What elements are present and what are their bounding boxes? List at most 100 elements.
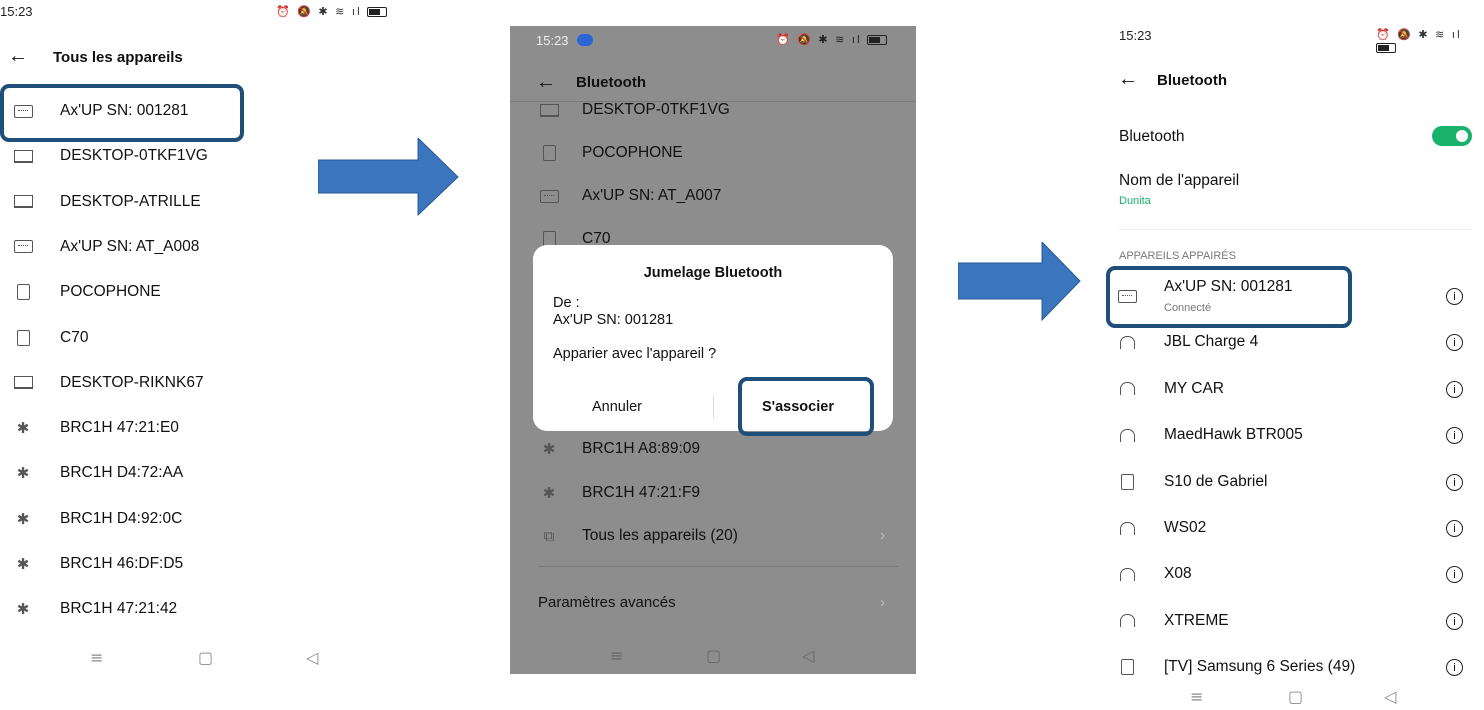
device-label: MaedHawk BTR005	[1164, 426, 1303, 444]
status-time: 15:23	[1119, 28, 1152, 43]
device-row[interactable]: ✱ BRC1H 47:21:F9	[538, 473, 898, 513]
device-row[interactable]: ✱ BRC1H D4:72:AA	[12, 453, 372, 493]
bluetooth-toggle[interactable]	[1432, 126, 1472, 146]
bluetooth-icon: ✱	[16, 419, 30, 438]
laptop-icon	[12, 376, 34, 390]
device-label: BRC1H 47:21:E0	[60, 419, 179, 437]
nav-back-icon[interactable]: ◁	[306, 648, 318, 667]
device-label: DESKTOP-ATRILLE	[60, 192, 201, 210]
device-row[interactable]: JBL Charge 4 i	[1116, 322, 1476, 362]
device-row[interactable]: C70	[12, 318, 372, 358]
device-row[interactable]: XTREME i	[1116, 601, 1476, 641]
tv-icon	[1116, 659, 1138, 676]
device-row[interactable]: Ax'UP SN: AT_A008	[12, 227, 372, 267]
info-icon[interactable]: i	[1446, 288, 1463, 305]
device-label: Ax'UP SN: AT_A008	[60, 237, 200, 255]
device-label: BRC1H A8:89:09	[582, 440, 701, 457]
bluetooth-icon: ✱	[542, 484, 556, 502]
device-label: WS02	[1164, 519, 1207, 536]
highlight-box-1	[0, 84, 244, 142]
bluetooth-icon: ✱	[16, 600, 30, 619]
info-icon[interactable]: i	[1446, 659, 1463, 677]
device-label: POCOPHONE	[582, 144, 683, 161]
screen-bluetooth-pairing: 15:23 ⏰ 🔕 ✱ ≋ ıl ← Bluetooth DESKTOP-0TK…	[510, 26, 916, 674]
status-time: 15:23	[0, 4, 33, 19]
back-arrow-icon[interactable]: ←	[1118, 68, 1138, 91]
device-row[interactable]: ✱ BRC1H 47:21:42	[12, 589, 372, 629]
page-title: Tous les appareils	[53, 49, 183, 66]
button-divider	[713, 395, 714, 419]
device-row[interactable]: Ax'UP SN: AT_A007	[538, 176, 898, 216]
keyboard-icon	[538, 189, 560, 203]
device-label: POCOPHONE	[60, 283, 161, 301]
device-label: C70	[60, 328, 89, 346]
headphones-icon	[1116, 521, 1138, 535]
nav-menu-icon[interactable]: ≡	[610, 646, 623, 665]
status-icons: ⏰ 🔕 ✱ ≋ ıl	[276, 5, 388, 18]
nav-menu-icon[interactable]: ≡	[90, 648, 103, 667]
advanced-settings-row[interactable]: Paramètres avancés ›	[538, 582, 898, 622]
phone-icon	[12, 284, 34, 301]
nav-menu-icon[interactable]: ≡	[1190, 687, 1203, 706]
headphones-icon	[1116, 335, 1138, 349]
device-row[interactable]: ✱ BRC1H 47:21:E0	[12, 408, 372, 448]
phone-icon	[1116, 473, 1138, 490]
dialog-device-name: Ax'UP SN: 001281	[553, 312, 674, 328]
cancel-button[interactable]: Annuler	[592, 399, 642, 415]
bluetooth-icon: ✱	[16, 555, 30, 573]
device-label: BRC1H D4:72:AA	[60, 464, 184, 482]
nav-back-icon[interactable]: ◁	[1384, 687, 1396, 706]
device-row[interactable]: S10 de Gabriel i	[1116, 462, 1476, 502]
device-label: BRC1H 46:DF:D5	[60, 555, 184, 572]
screen-bluetooth-settings: 15:23 ⏰ 🔕 ✱ ≋ ıl ← Bluetooth Bluetooth N…	[1100, 20, 1484, 710]
device-name-value: Dunita	[1119, 195, 1151, 207]
headphones-icon	[1116, 614, 1138, 628]
device-row[interactable]: POCOPHONE	[538, 133, 898, 173]
back-arrow-icon[interactable]: ←	[8, 45, 28, 68]
device-row[interactable]: MY CAR i	[1116, 369, 1476, 409]
device-row[interactable]: DESKTOP-RIKNK67	[12, 363, 372, 403]
bluetooth-icon: ✱	[542, 440, 556, 458]
info-icon[interactable]: i	[1446, 566, 1463, 584]
status-icons: ⏰ 🔕 ✱ ≋ ıl	[776, 33, 888, 46]
device-row[interactable]: MaedHawk BTR005 i	[1116, 415, 1476, 455]
device-label: X08	[1164, 565, 1192, 583]
device-label: [TV] Samsung 6 Series (49)	[1164, 658, 1356, 676]
device-name-label[interactable]: Nom de l'appareil	[1119, 172, 1239, 190]
page-title: Bluetooth	[576, 74, 646, 91]
nav-home-icon[interactable]: ▢	[1288, 687, 1303, 706]
device-row[interactable]: POCOPHONE	[12, 272, 372, 312]
keyboard-icon	[12, 240, 34, 254]
divider	[1119, 229, 1472, 230]
info-icon[interactable]: i	[1446, 473, 1463, 491]
highlight-box-3	[1106, 266, 1352, 328]
bluetooth-icon: ✱	[16, 509, 30, 528]
info-icon[interactable]: i	[1446, 427, 1463, 445]
laptop-icon	[12, 149, 34, 163]
device-row[interactable]: WS02 i	[1116, 508, 1476, 548]
info-icon[interactable]: i	[1446, 520, 1463, 537]
dialog-question: Apparier avec l'appareil ?	[553, 346, 717, 362]
device-row[interactable]: DESKTOP-0TKF1VG	[538, 90, 898, 130]
laptop-icon	[12, 195, 34, 209]
device-row[interactable]: ✱ BRC1H 46:DF:D5	[12, 544, 372, 584]
bluetooth-icon: ✱	[16, 464, 30, 483]
chevron-right-icon: ›	[880, 527, 886, 544]
highlight-box-2	[738, 377, 874, 436]
headphones-icon	[1116, 382, 1138, 396]
nav-back-icon[interactable]: ◁	[802, 646, 814, 665]
page-title: Bluetooth	[1157, 72, 1227, 89]
device-row[interactable]: X08 i	[1116, 554, 1476, 594]
device-row[interactable]: ✱ BRC1H D4:92:0C	[12, 499, 372, 539]
device-label: S10 de Gabriel	[1164, 472, 1268, 490]
nav-home-icon[interactable]: ▢	[706, 646, 721, 665]
device-label: DESKTOP-RIKNK67	[60, 373, 204, 391]
device-row[interactable]: [TV] Samsung 6 Series (49) i	[1116, 647, 1476, 687]
info-icon[interactable]: i	[1446, 334, 1463, 352]
info-icon[interactable]: i	[1446, 612, 1463, 630]
all-devices-row[interactable]: ⧉ Tous les appareils (20) ›	[538, 516, 898, 556]
battery-icon	[1376, 43, 1396, 53]
devices-icon: ⧉	[543, 527, 555, 545]
info-icon[interactable]: i	[1446, 380, 1463, 398]
nav-home-icon[interactable]: ▢	[198, 648, 213, 667]
